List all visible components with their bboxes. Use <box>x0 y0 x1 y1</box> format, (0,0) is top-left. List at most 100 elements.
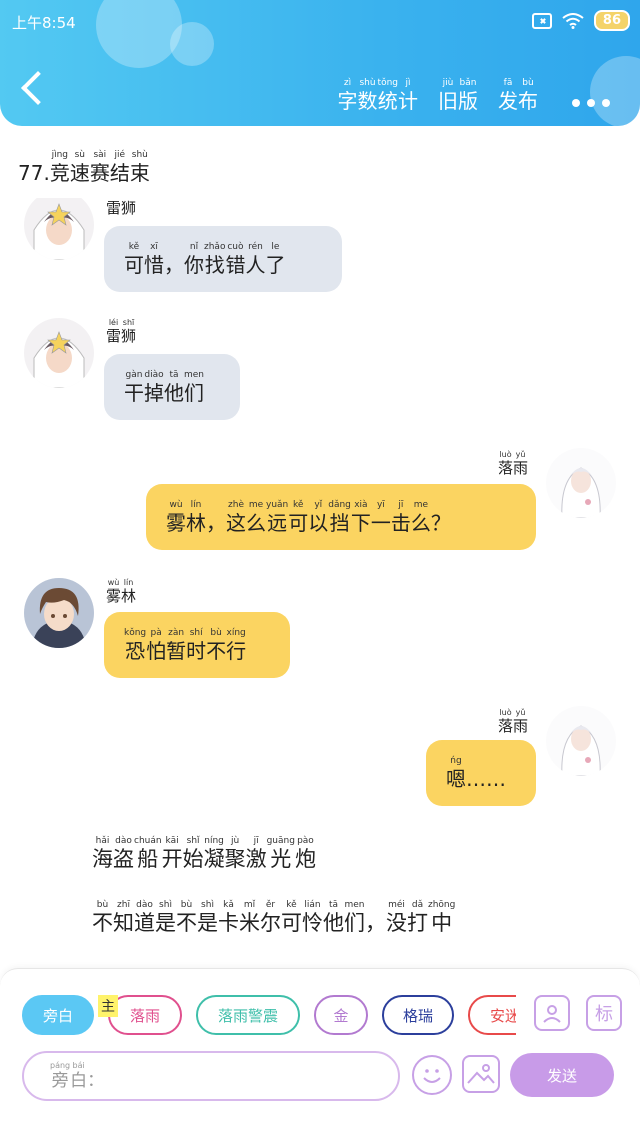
avatar[interactable] <box>546 706 616 776</box>
ruby-char: léi雷 <box>106 198 122 217</box>
image-icon[interactable] <box>462 1055 500 1093</box>
ruby-char: yuǎn 远 <box>266 499 289 535</box>
ruby-char: zì 字 <box>337 78 358 113</box>
ruby-char: le 了 <box>265 241 286 277</box>
ruby-char: fā 发 <box>498 78 518 113</box>
more-options-icon[interactable] <box>572 99 610 107</box>
ruby-char: níng 凝 <box>203 836 225 871</box>
ruby-char: shī狮 <box>121 318 137 345</box>
ruby-char: méi 没 <box>386 900 407 935</box>
ruby-char: ： <box>87 1071 105 1091</box>
ruby-char: luò 落 <box>498 708 514 735</box>
ruby-char: bù 不 <box>176 900 197 935</box>
ruby-char: sài 赛 <box>89 150 110 185</box>
avatar[interactable] <box>24 318 94 388</box>
message-input[interactable]: páng 旁 bái 白 ： <box>22 1051 400 1101</box>
message-bubble[interactable]: kě 可 xī 惜 ， nǐ 你 zhǎo 找 cuò 错 rén 人 le 了 <box>104 226 342 292</box>
ruby-char: pào 炮 <box>294 836 316 871</box>
ruby-char: kě 可 <box>288 499 309 535</box>
message-bubble[interactable]: wù 雾 lín 林 ， zhè 这 me 么 yuǎn 远 kě 可 yǐ 以 dǎng 挡 xià 下 yī 一 j… <box>146 484 536 550</box>
message-bubble[interactable]: ńg 嗯 … … <box>426 740 536 806</box>
ruby-char: jié 结 <box>109 150 130 185</box>
ruby-char: bù 不 <box>206 627 227 663</box>
ruby-char: ， <box>206 510 226 535</box>
status-time: 上午8:54 <box>12 14 76 32</box>
main-role-badge: 主 <box>98 995 118 1017</box>
ruby-char: shù 数 <box>357 78 378 113</box>
ruby-char: lín 林 <box>121 578 137 605</box>
ruby-char: ？ <box>430 510 451 535</box>
ruby-char: shì 是 <box>197 900 218 935</box>
sender-name: léi雷shī狮 <box>106 318 136 346</box>
ruby-char: jī 激 <box>245 836 267 871</box>
avatar[interactable] <box>24 198 94 260</box>
narration-text[interactable]: bù 不 zhī 知 dào 道 shì 是 bù 不 shì 是 kǎ 卡 mǐ 米 ěr 尔 kě 可 lián 怜 t… <box>92 900 455 936</box>
ruby-char: pà 怕 <box>146 627 167 663</box>
white-haired-boy-avatar <box>24 198 94 260</box>
sender-name: luò 落 yǔ 雨 <box>498 708 528 736</box>
role-chip[interactable]: 金 <box>314 995 368 1035</box>
chevron-left-icon <box>21 71 55 105</box>
ruby-char: … <box>486 766 506 791</box>
chapter-number: 77. <box>18 161 50 185</box>
chapter-name: jìng 竞 sù 速 sài 赛 jié 结 shù 束 <box>50 150 150 185</box>
role-chip[interactable]: 落雨 <box>108 995 182 1035</box>
ruby-char: kǎ 卡 <box>218 900 239 935</box>
status-icons: 86 <box>531 10 630 31</box>
ruby-char: mǐ 米 <box>239 900 260 935</box>
role-chip[interactable]: 旁白 <box>22 995 94 1035</box>
main-role-badge-label: 主 <box>101 999 115 1015</box>
ruby-char: ， <box>365 911 386 935</box>
old-version-button[interactable]: jiù 旧 bǎn 版 <box>438 78 478 113</box>
person-icon[interactable] <box>534 995 570 1031</box>
brown-haired-boy-avatar <box>24 578 94 648</box>
ruby-char: jì 计 <box>398 78 418 113</box>
sender-name: léi雷shī狮 <box>106 198 136 218</box>
app-header: 上午8:54 86 zì 字 shù 数 tǒng 统 jì 计 jiù 旧 bǎn 版 fā 发 bù… <box>0 0 640 126</box>
ruby-char: gàn 干 <box>124 369 144 405</box>
ruby-char: dào 盗 <box>113 836 134 871</box>
ruby-char: lín 林 <box>186 499 206 535</box>
ruby-char: bù 布 <box>518 78 538 113</box>
ruby-char: tā 他 <box>164 369 184 405</box>
role-chip[interactable]: 落雨警震 <box>196 995 300 1035</box>
ruby-char: bái 白 <box>70 1061 88 1091</box>
ruby-char: shì 是 <box>155 900 176 935</box>
narration-text[interactable]: hǎi 海 dào 盗 chuán 船 kāi 开 shǐ 始 níng 凝 jù 聚 jī 激 guāng 光 p… <box>92 836 316 872</box>
ruby-char: chuán 船 <box>134 836 162 871</box>
chapter-title: 77. jìng 竞 sù 速 sài 赛 jié 结 shù 束 <box>18 150 150 185</box>
ruby-char: jī 击 <box>390 499 411 535</box>
status-bar: 上午8:54 86 <box>0 0 640 44</box>
avatar[interactable] <box>24 578 94 648</box>
emoji-icon[interactable] <box>412 1055 452 1095</box>
publish-button[interactable]: fā 发 bù 布 <box>498 78 538 113</box>
message-bubble[interactable]: kǒng 恐 pà 怕 zàn 暂 shí 时 bù 不 xíng 行 <box>104 612 290 678</box>
ruby-char: zàn 暂 <box>166 627 187 663</box>
role-chip[interactable]: 安迷 <box>468 995 516 1035</box>
ruby-char: diào 掉 <box>144 369 164 405</box>
ruby-char: zhǎo 找 <box>204 241 226 277</box>
ruby-char: kǒng 恐 <box>124 627 147 663</box>
ruby-char: yǐ 以 <box>308 499 329 535</box>
no-sim-icon <box>531 12 552 29</box>
ruby-char: bǎn 版 <box>458 78 478 113</box>
role-chip[interactable]: 格瑞 <box>382 995 454 1035</box>
ruby-char: yǔ 雨 <box>513 708 529 735</box>
ruby-char: me 么 <box>410 499 431 535</box>
mark-button[interactable]: 标 <box>586 995 622 1031</box>
word-count-button[interactable]: zì 字 shù 数 tǒng 统 jì 计 <box>338 78 418 113</box>
ruby-char: bù 不 <box>92 900 113 935</box>
avatar[interactable] <box>546 448 616 518</box>
back-button[interactable] <box>10 66 60 116</box>
ruby-char: luò 落 <box>498 450 514 477</box>
ruby-char: shǐ 始 <box>182 836 204 871</box>
ruby-char: … <box>466 766 486 791</box>
message-bubble[interactable]: gàn 干 diào 掉 tā 他 men 们 <box>104 354 240 420</box>
ruby-char: ， <box>164 252 184 277</box>
role-selector[interactable]: 旁白 落雨 落雨警震金格瑞 安迷 <box>22 995 516 1039</box>
ruby-char: dào 道 <box>134 900 155 935</box>
send-button[interactable]: 发送 <box>510 1053 614 1097</box>
ruby-char: ńg 嗯 <box>446 755 466 791</box>
ruby-char: zhōng 中 <box>428 900 456 935</box>
chat-area[interactable]: léi雷shī狮 kě可xī惜 ，nǐ你zhǎo找cuò错rén人le了 léi… <box>0 198 640 968</box>
